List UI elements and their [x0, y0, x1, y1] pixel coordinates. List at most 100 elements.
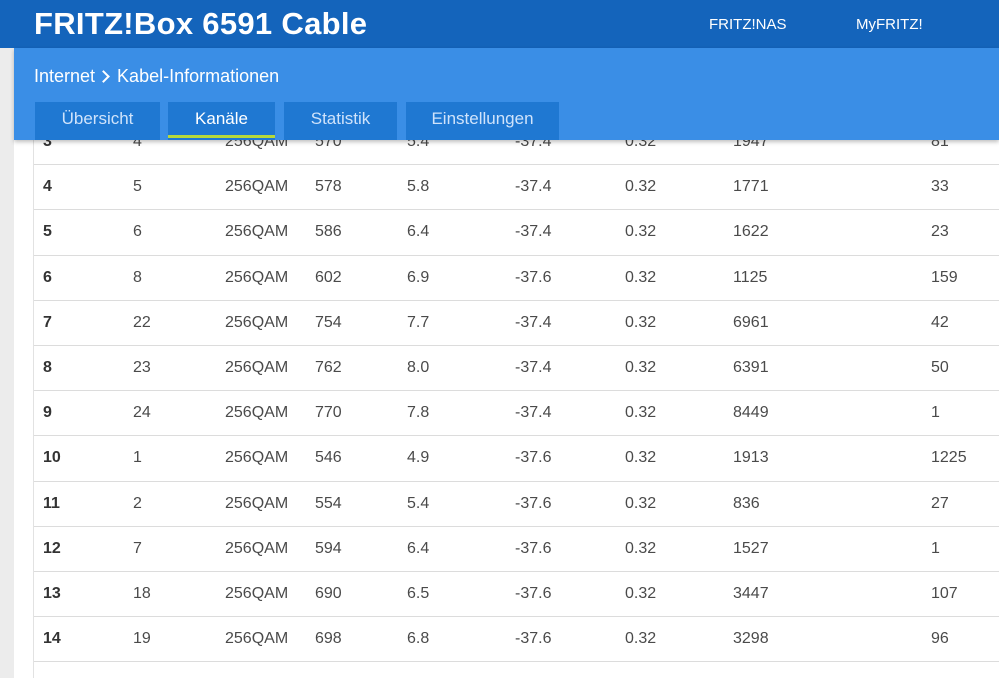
- cell-channel-id: 22: [133, 313, 151, 331]
- cell-modulation: 256QAM: [225, 584, 289, 602]
- tab-einstellungen[interactable]: Einstellungen: [406, 102, 559, 140]
- cell-channel: 4: [43, 178, 52, 196]
- breadcrumb-page: Kabel-Informationen: [117, 66, 280, 86]
- cell-corrected-errors: 1527: [733, 539, 769, 557]
- cell-frequency: 762: [315, 359, 342, 377]
- cell-power-level: 8.0: [407, 359, 430, 377]
- cell-channel-id: 6: [133, 223, 142, 241]
- cell-mse: -37.6: [515, 449, 552, 467]
- table-row: 11 2 256QAM 554 5.4 -37.6 0.32 836 27: [34, 482, 999, 527]
- cell-channel-id: 18: [133, 584, 151, 602]
- cell-modulation: 256QAM: [225, 630, 289, 648]
- cell-channel-id: 23: [133, 359, 151, 377]
- cell-uncorrectable-errors: 96: [931, 630, 949, 648]
- cell-mse: -37.4: [515, 178, 552, 196]
- cell-latency: 0.32: [625, 494, 657, 512]
- cell-corrected-errors: 1622: [733, 223, 769, 241]
- cell-mse: -37.6: [515, 539, 552, 557]
- cell-power-level: 6.4: [407, 223, 430, 241]
- cell-latency: 0.32: [625, 404, 657, 422]
- cell-frequency: 690: [315, 584, 342, 602]
- cell-mse: -37.4: [515, 359, 552, 377]
- cell-mse: -37.4: [515, 223, 552, 241]
- cell-power-level: 5.4: [407, 494, 430, 512]
- cell-channel-id: 1: [133, 449, 142, 467]
- cell-corrected-errors: 3298: [733, 630, 769, 648]
- table-row: 12 7 256QAM 594 6.4 -37.6 0.32 1527 1: [34, 527, 999, 572]
- cell-frequency: 754: [315, 313, 342, 331]
- table-row: 6 8 256QAM 602 6.9 -37.6 0.32 1125 159: [34, 256, 999, 301]
- page-header-bar: Internet Kabel-Informationen Übersicht Ka…: [14, 48, 999, 140]
- cell-latency: 0.32: [625, 313, 657, 331]
- cell-modulation: 256QAM: [225, 449, 289, 467]
- cell-channel: 12: [43, 539, 61, 557]
- cell-mse: -37.4: [515, 404, 552, 422]
- table-row: 8 23 256QAM 762 8.0 -37.4 0.32 6391 50: [34, 346, 999, 392]
- cell-frequency: 546: [315, 449, 342, 467]
- cell-channel: 7: [43, 313, 52, 331]
- breadcrumb-section[interactable]: Internet: [34, 66, 95, 86]
- cell-mse: -37.6: [515, 494, 552, 512]
- cell-mse: -37.6: [515, 584, 552, 602]
- cell-uncorrectable-errors: 107: [931, 584, 958, 602]
- cell-corrected-errors: 6961: [733, 313, 769, 331]
- cell-modulation: 256QAM: [225, 539, 289, 557]
- cell-modulation: 256QAM: [225, 359, 289, 377]
- cell-frequency: 698: [315, 630, 342, 648]
- cell-channel: 9: [43, 404, 52, 422]
- tab-uebersicht[interactable]: Übersicht: [35, 102, 160, 140]
- cell-modulation: 256QAM: [225, 268, 289, 286]
- table-row: 5 6 256QAM 586 6.4 -37.4 0.32 1622 23: [34, 210, 999, 256]
- cell-power-level: 4.9: [407, 449, 430, 467]
- cell-uncorrectable-errors: 159: [931, 268, 958, 286]
- cell-modulation: 256QAM: [225, 494, 289, 512]
- cell-channel: 10: [43, 449, 61, 467]
- cell-corrected-errors: 3447: [733, 584, 769, 602]
- cell-frequency: 586: [315, 223, 342, 241]
- cell-channel-id: 8: [133, 268, 142, 286]
- cell-uncorrectable-errors: 23: [931, 223, 949, 241]
- cell-uncorrectable-errors: 50: [931, 359, 949, 377]
- cell-uncorrectable-errors: 1: [931, 539, 940, 557]
- cell-power-level: 7.8: [407, 404, 430, 422]
- tab-kanaele[interactable]: Kanäle: [168, 102, 275, 140]
- cell-frequency: 578: [315, 178, 342, 196]
- channel-table: 3 4 256QAM 570 5.4 -37.4 0.32 1947 81 4 …: [34, 120, 999, 663]
- cell-frequency: 770: [315, 404, 342, 422]
- fritz-nas-link[interactable]: FRITZ!NAS: [709, 16, 787, 33]
- cell-power-level: 7.7: [407, 313, 430, 331]
- cell-channel: 6: [43, 268, 52, 286]
- cell-power-level: 5.8: [407, 178, 430, 196]
- cell-modulation: 256QAM: [225, 223, 289, 241]
- table-row: 4 5 256QAM 578 5.8 -37.4 0.32 1771 33: [34, 165, 999, 211]
- tab-statistik[interactable]: Statistik: [284, 102, 397, 140]
- cell-corrected-errors: 1125: [733, 268, 768, 286]
- cell-latency: 0.32: [625, 359, 657, 377]
- cell-channel: 5: [43, 223, 52, 241]
- cell-mse: -37.4: [515, 313, 552, 331]
- cell-channel-id: 2: [133, 494, 142, 512]
- cell-mse: -37.6: [515, 630, 552, 648]
- cell-latency: 0.32: [625, 630, 657, 648]
- cell-corrected-errors: 1913: [733, 449, 769, 467]
- chevron-right-icon: [97, 69, 110, 83]
- cell-latency: 0.32: [625, 178, 657, 196]
- top-header-bar: FRITZ!Box 6591 Cable FRITZ!NAS MyFRITZ!: [0, 0, 999, 48]
- cell-uncorrectable-errors: 42: [931, 313, 949, 331]
- cell-corrected-errors: 6391: [733, 359, 769, 377]
- myfritz-link[interactable]: MyFRITZ!: [856, 16, 923, 33]
- cell-latency: 0.32: [625, 223, 657, 241]
- cell-channel-id: 5: [133, 178, 142, 196]
- cell-power-level: 6.9: [407, 268, 430, 286]
- cell-frequency: 602: [315, 268, 342, 286]
- table-row: 14 19 256QAM 698 6.8 -37.6 0.32 3298 96: [34, 617, 999, 663]
- cell-latency: 0.32: [625, 584, 657, 602]
- cell-mse: -37.6: [515, 268, 552, 286]
- cell-frequency: 594: [315, 539, 342, 557]
- cell-frequency: 554: [315, 494, 342, 512]
- table-row: 10 1 256QAM 546 4.9 -37.6 0.32 1913 1225: [34, 436, 999, 482]
- cell-channel: 13: [43, 584, 61, 602]
- cell-uncorrectable-errors: 1225: [931, 449, 967, 467]
- cell-uncorrectable-errors: 27: [931, 494, 949, 512]
- cell-latency: 0.32: [625, 268, 657, 286]
